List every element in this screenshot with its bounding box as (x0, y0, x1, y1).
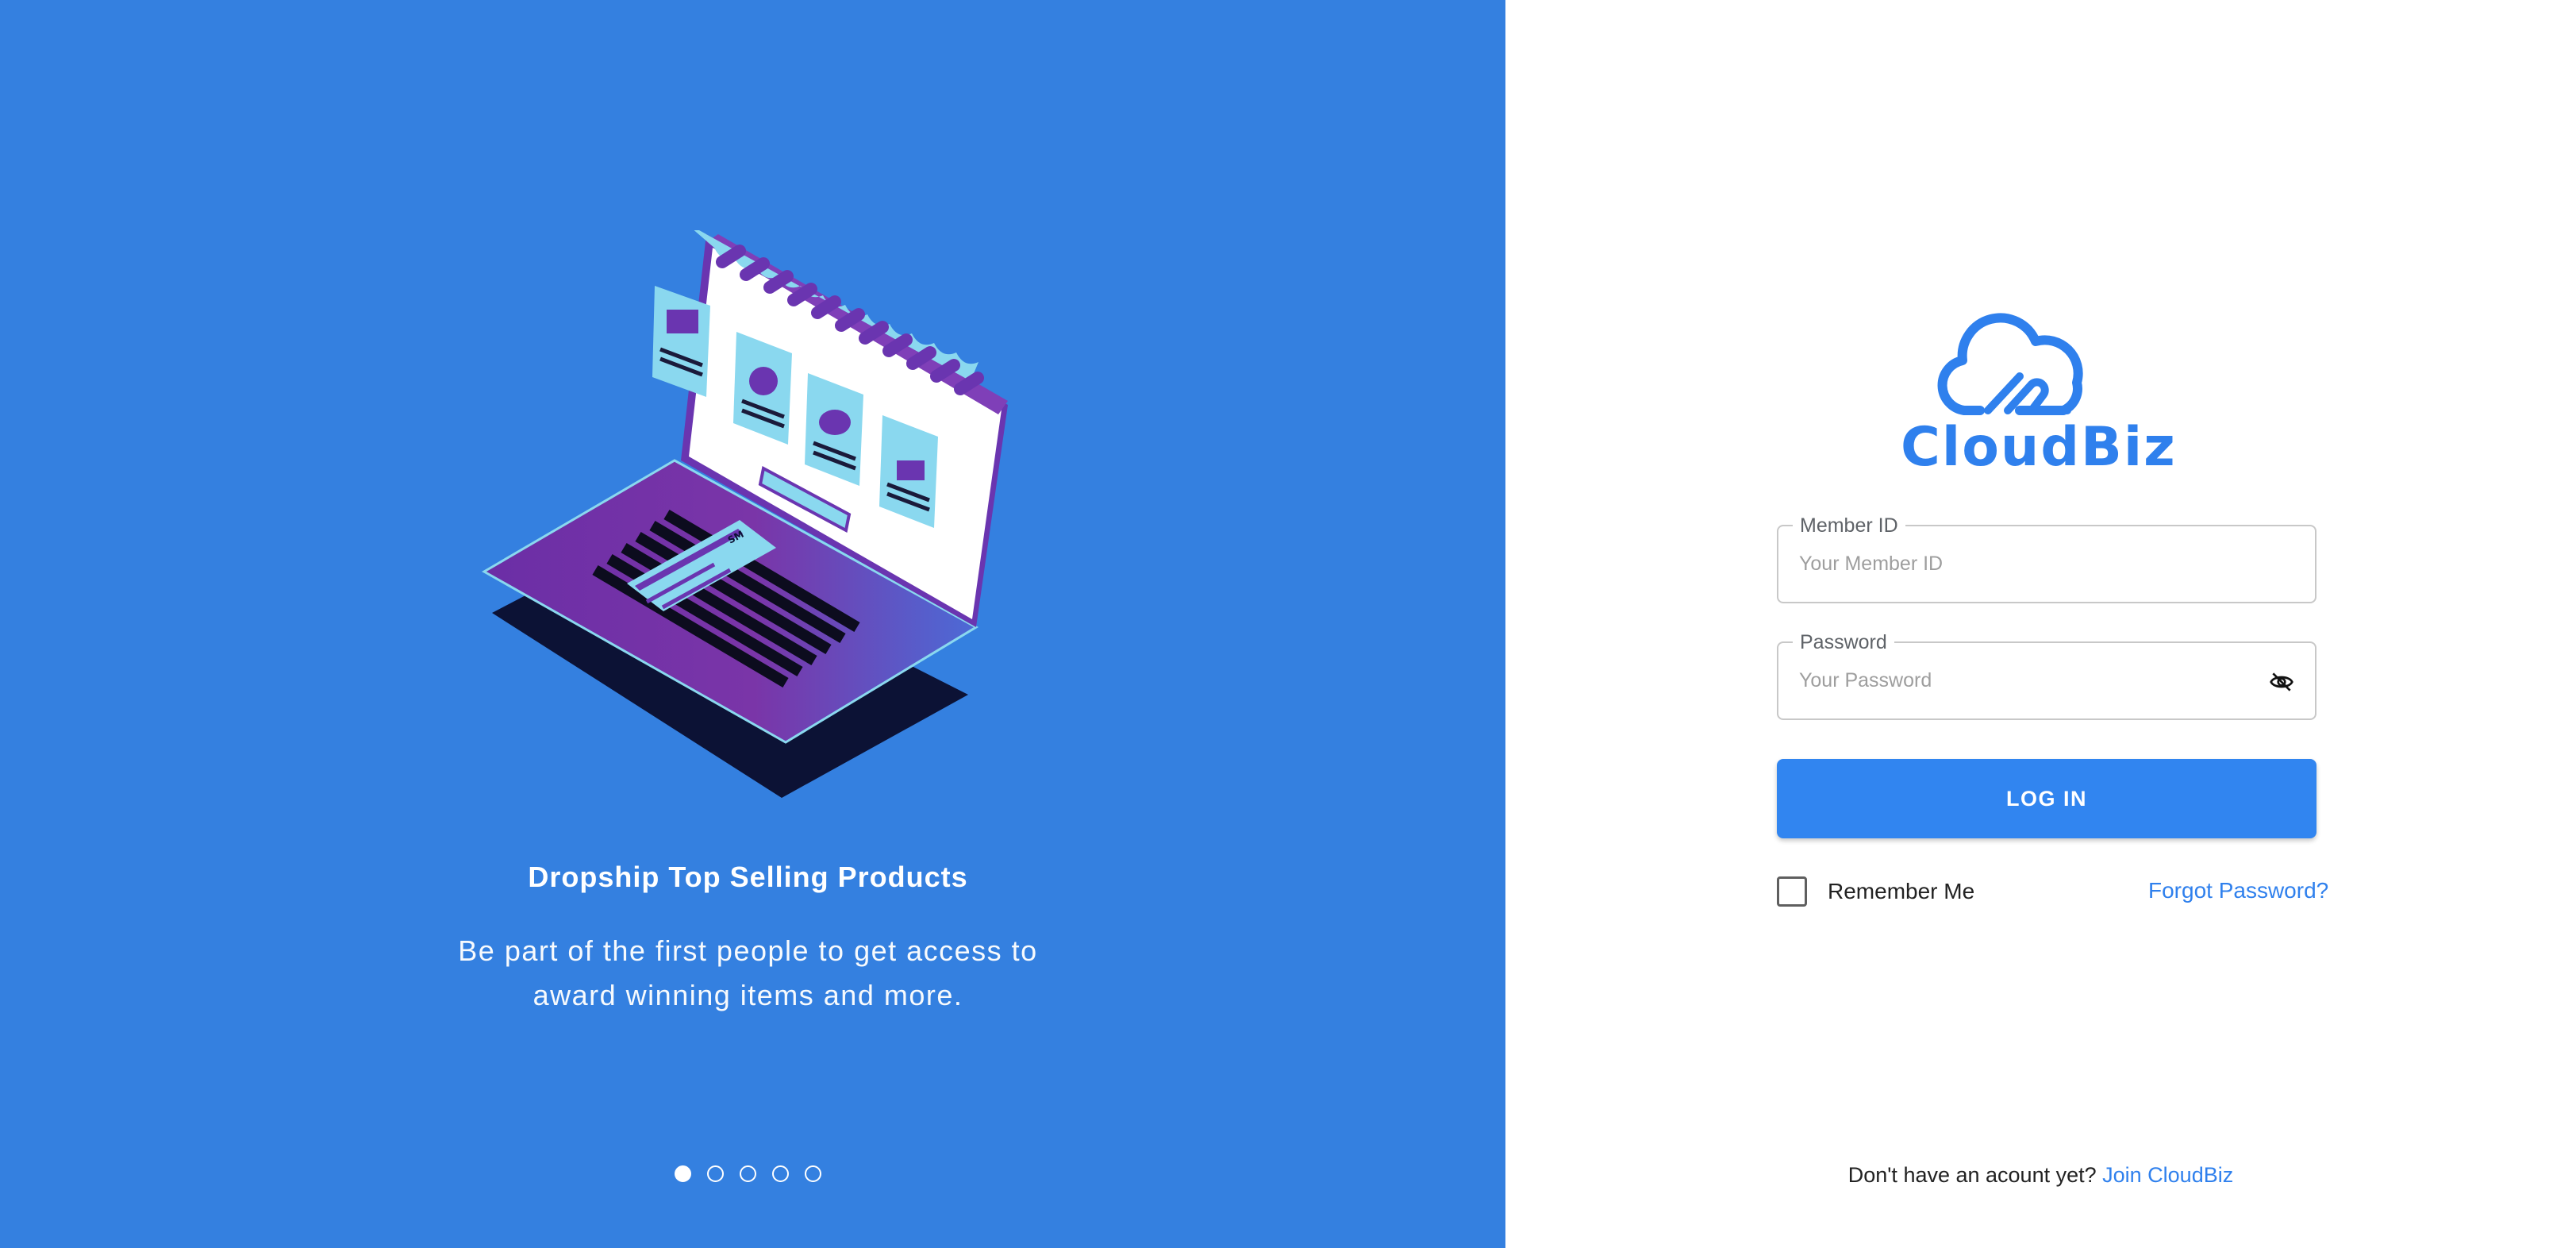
remember-me-label: Remember Me (1828, 879, 1975, 903)
eye-off-icon[interactable] (2269, 669, 2294, 695)
slide-description-line-1: Be part of the first people to get acces… (458, 934, 1038, 967)
signup-text: Don't have an acount yet? (1847, 1163, 2097, 1187)
carousel-dot-1[interactable] (675, 1165, 691, 1182)
carousel-dot-4[interactable] (772, 1165, 789, 1182)
carousel-dot-2[interactable] (707, 1165, 724, 1182)
onboarding-panel: SM Dropship Top Selling Products Be part… (0, 0, 1505, 1248)
login-panel: CloudBiz Member ID Password LOG IN Remem… (1505, 0, 2576, 1248)
slide-description: Be part of the first people to get acces… (397, 929, 1099, 1018)
password-field[interactable]: Password (1777, 630, 2316, 720)
brand-name: CloudBiz (1901, 416, 2177, 479)
remember-me[interactable]: Remember Me (1777, 876, 1974, 907)
carousel-dots (675, 1165, 821, 1182)
carousel-dot-3[interactable] (740, 1165, 756, 1182)
carousel-dot-5[interactable] (805, 1165, 821, 1182)
member-id-input[interactable] (1799, 526, 2243, 602)
slide-description-line-2: award winning items and more. (533, 979, 963, 1011)
member-id-field[interactable]: Member ID (1777, 514, 2316, 603)
remember-me-checkbox[interactable] (1777, 876, 1807, 907)
forgot-password-link[interactable]: Forgot Password? (2148, 878, 2328, 903)
join-link[interactable]: Join CloudBiz (2102, 1163, 2233, 1187)
login-button[interactable]: LOG IN (1777, 759, 2316, 838)
slide-title: Dropship Top Selling Products (528, 861, 968, 893)
cloud-icon (1937, 313, 2083, 415)
cloudbiz-logo: CloudBiz (1901, 311, 2175, 479)
laptop-shop-illustration: SM (481, 230, 1008, 798)
password-input[interactable] (1799, 643, 2243, 718)
signup-prompt: Don't have an acount yet? Join CloudBiz (1505, 1163, 2576, 1188)
